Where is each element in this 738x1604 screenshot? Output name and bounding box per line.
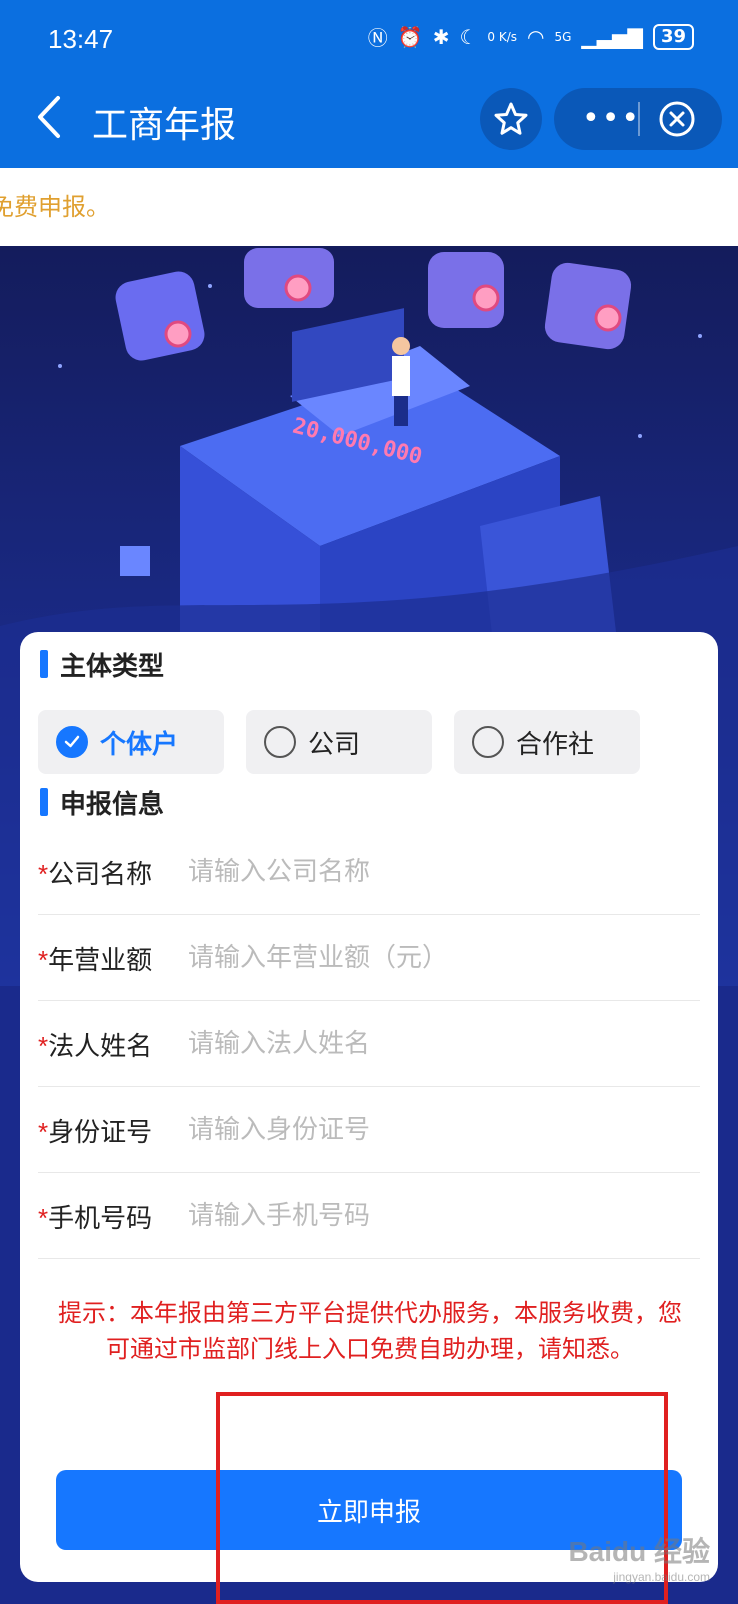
wifi-icon: ◠ <box>527 24 545 49</box>
field-label: *年营业额 <box>38 945 153 975</box>
nfc-icon: Ⓝ <box>367 26 388 50</box>
page-title: 工商年报 <box>92 104 237 145</box>
status-icons: Ⓝ ⏰ ✱ ☾ 0 K/s ◠ 5G ▁▃▅▇ 39 <box>368 22 694 51</box>
alarm-icon: ⏰ <box>397 24 423 49</box>
signal-icon: ▁▃▅▇ <box>581 24 643 49</box>
more-icon[interactable]: ••• <box>582 104 641 134</box>
battery-icon: 39 <box>652 23 694 50</box>
capsule-divider <box>638 102 640 136</box>
star-icon <box>494 102 528 135</box>
annual-revenue-input[interactable] <box>186 934 690 980</box>
status-bar: 13:47 Ⓝ ⏰ ✱ ☾ 0 K/s ◠ 5G ▁▃▅▇ 39 <box>0 0 738 70</box>
watermark: Baidu 经验 jingyan.baidu.com <box>568 1530 710 1584</box>
notice-text: 免费申报。 <box>0 193 110 221</box>
legal-person-input[interactable] <box>186 1020 690 1066</box>
mini-program-capsule: ••• <box>554 88 722 150</box>
field-label: *手机号码 <box>38 1203 153 1233</box>
field-legal-person: *法人姓名 <box>38 1000 700 1087</box>
company-name-input[interactable] <box>186 848 690 894</box>
field-annual-revenue: *年营业额 <box>38 914 700 1001</box>
moon-icon: ☾ <box>459 24 478 49</box>
type-option-company[interactable]: 公司 <box>246 710 432 774</box>
field-id-number: *身份证号 <box>38 1086 700 1173</box>
field-phone: *手机号码 <box>38 1172 700 1259</box>
field-label: *法人姓名 <box>38 1031 153 1061</box>
back-icon[interactable] <box>30 92 70 142</box>
phone-input[interactable] <box>186 1192 690 1238</box>
radio-icon <box>264 726 296 758</box>
type-option-label: 公司 <box>308 728 361 759</box>
bluetooth-icon: ✱ <box>432 24 450 49</box>
report-info-title: 申报信息 <box>40 784 164 821</box>
id-number-input[interactable] <box>186 1106 690 1152</box>
type-option-individual[interactable]: 个体户 <box>38 710 224 774</box>
type-option-cooperative[interactable]: 合作社 <box>454 710 640 774</box>
type-option-label: 个体户 <box>100 728 179 759</box>
radio-icon <box>472 726 504 758</box>
close-icon[interactable] <box>658 100 696 138</box>
field-company-name: *公司名称 <box>38 828 700 915</box>
check-icon <box>56 726 88 758</box>
field-label: *身份证号 <box>38 1117 153 1147</box>
watermark-text: Baidu 经验 <box>568 1536 710 1567</box>
nav-bar: 工商年报 ••• <box>0 70 738 168</box>
signal-label: 5G <box>554 29 572 44</box>
report-form-card: 主体类型 个体户 公司 合作社 申报信息 *公司名称 *年营业额 *法人姓名 *… <box>20 632 718 1582</box>
disclaimer-tip: 提示：本年报由第三方平台提供代办服务，本服务收费，您可通过市监部门线上入口免费自… <box>58 1300 682 1363</box>
favorite-button[interactable] <box>480 88 542 150</box>
type-option-label: 合作社 <box>516 728 595 759</box>
net-speed: 0 K/s <box>487 29 518 44</box>
entity-type-title: 主体类型 <box>40 646 164 683</box>
watermark-subtext: jingyan.baidu.com <box>613 1570 710 1584</box>
field-label: *公司名称 <box>38 859 153 889</box>
status-time: 13:47 <box>48 24 114 54</box>
notice-banner: 免费申报。 <box>0 168 738 246</box>
